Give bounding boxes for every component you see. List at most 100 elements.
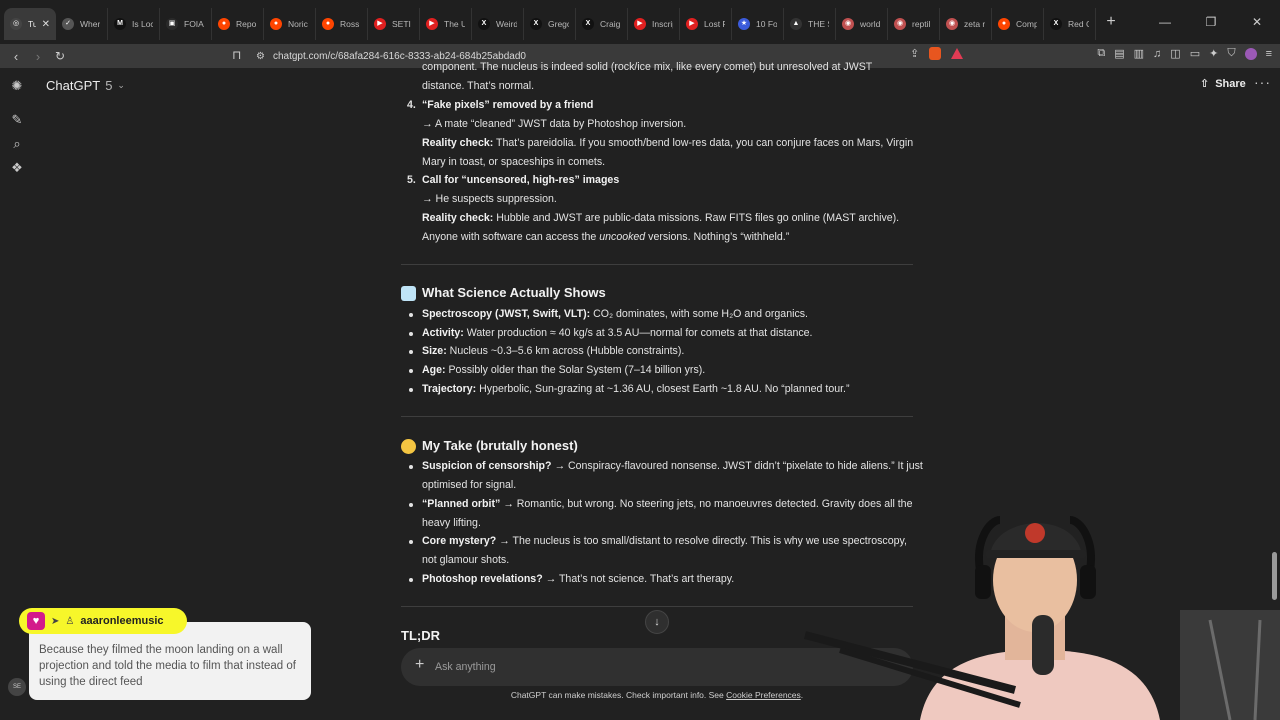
section-heading-text: What Science Actually Shows bbox=[422, 285, 606, 300]
bullet bbox=[409, 577, 413, 582]
library-icon[interactable]: ❖ bbox=[9, 160, 25, 176]
wallet-icon[interactable]: ▭ bbox=[1190, 47, 1200, 60]
browser-tab[interactable]: ● Ross bbox=[316, 8, 368, 40]
share-button[interactable]: ⇧ Share bbox=[1200, 77, 1246, 91]
browser-tab[interactable]: ◉ zeta r bbox=[940, 8, 992, 40]
sidebar-icon[interactable]: ▥ bbox=[1134, 47, 1144, 60]
tab-favicon-icon: ◉ bbox=[894, 18, 906, 30]
microphone bbox=[1032, 615, 1054, 675]
tab-title: Repo bbox=[236, 19, 257, 29]
add-attachment-icon[interactable]: + bbox=[415, 656, 424, 674]
browser-tab[interactable]: ▶ SETI bbox=[368, 8, 420, 40]
browser-tab[interactable]: ◉ reptil bbox=[888, 8, 940, 40]
more-options-icon[interactable]: ··· bbox=[1254, 74, 1271, 90]
minimize-icon[interactable]: — bbox=[1142, 15, 1188, 29]
screenshot-icon[interactable]: ▤ bbox=[1114, 47, 1124, 60]
tab-favicon-icon: ▶ bbox=[634, 18, 646, 30]
overlay-username: aaaronleemusic bbox=[80, 615, 164, 627]
tab-title: Grego bbox=[548, 19, 569, 29]
browser-tab[interactable]: X Weird bbox=[472, 8, 524, 40]
search-icon[interactable]: ⌕ bbox=[9, 136, 25, 152]
tab-title: reptil bbox=[912, 19, 931, 29]
profile-icon[interactable] bbox=[1244, 47, 1257, 60]
tab-title: 10 Fo bbox=[756, 19, 777, 29]
prompt-input[interactable] bbox=[435, 657, 815, 677]
cookie-preferences-link[interactable]: Cookie Preferences bbox=[726, 690, 801, 700]
tab-favicon-icon: ◉ bbox=[946, 18, 958, 30]
reality-check-text: That’s pareidolia. If you smooth/bend lo… bbox=[493, 137, 914, 149]
reload-icon[interactable]: ↻ bbox=[50, 49, 70, 63]
tab-title: FOIA bbox=[184, 19, 204, 29]
tab-favicon-icon: X bbox=[582, 18, 594, 30]
tab-favicon-icon: ◎ bbox=[10, 18, 22, 30]
tab-favicon-icon: ● bbox=[270, 18, 282, 30]
tab-favicon-icon: ● bbox=[218, 18, 230, 30]
browser-tab[interactable]: ✓ Wher bbox=[56, 8, 108, 40]
bullet-text: → That’s not science. That’s art therapy… bbox=[542, 573, 735, 585]
tab-title: Tu bbox=[28, 19, 36, 29]
restore-icon[interactable]: ❐ bbox=[1188, 15, 1234, 29]
tab-title: Ross bbox=[340, 19, 360, 29]
forward-icon[interactable]: › bbox=[28, 49, 48, 64]
tab-favicon-icon: ★ bbox=[738, 18, 750, 30]
browser-tab[interactable]: ◉ world bbox=[836, 8, 888, 40]
browser-tab[interactable]: ▶ Lost F bbox=[680, 8, 732, 40]
brave-rewards-icon[interactable] bbox=[951, 48, 964, 59]
bullet bbox=[409, 331, 413, 336]
browser-tab[interactable]: X Red C bbox=[1044, 8, 1096, 40]
new-chat-icon[interactable]: ✎ bbox=[9, 112, 25, 128]
browser-tab[interactable]: ▶ Inscrip bbox=[628, 8, 680, 40]
tab-favicon-icon: ● bbox=[998, 18, 1010, 30]
tab-title: Inscrip bbox=[652, 19, 673, 29]
browser-tab[interactable]: ★ 10 Fo bbox=[732, 8, 784, 40]
menu-icon[interactable]: ≡ bbox=[1266, 48, 1272, 60]
list-item: Suspicion of censorship? → Conspiracy-fl… bbox=[422, 457, 923, 476]
browser-tab[interactable]: ▶ The U bbox=[420, 8, 472, 40]
openai-logo-icon[interactable]: ✺ bbox=[9, 78, 25, 94]
brave-shields-icon[interactable] bbox=[929, 47, 942, 60]
new-tab-button[interactable]: + bbox=[1098, 9, 1124, 35]
back-icon[interactable]: ‹ bbox=[6, 49, 26, 64]
leo-icon[interactable]: ✦ bbox=[1209, 47, 1218, 60]
bullet-label: Age: bbox=[422, 364, 446, 376]
browser-tab[interactable]: ● Repo bbox=[212, 8, 264, 40]
model-selector[interactable]: ChatGPT 5 ⌄ bbox=[46, 78, 125, 93]
browser-tab[interactable]: ● Noric bbox=[264, 8, 316, 40]
site-info-icon[interactable]: ⚙ bbox=[256, 51, 265, 62]
bullet-label: Suspicion of censorship? bbox=[422, 460, 552, 472]
bullet-text: Water production ≈ 40 kg/s at 3.5 AU—nor… bbox=[463, 327, 813, 339]
text-line: heavy lifting. bbox=[422, 517, 481, 529]
share-page-icon[interactable]: ⇪ bbox=[910, 47, 919, 60]
browser-tab[interactable]: X Grego bbox=[524, 8, 576, 40]
close-window-icon[interactable]: ✕ bbox=[1234, 15, 1280, 29]
list-item: Size: Nucleus ~0.3–5.6 km across (Hubble… bbox=[422, 342, 684, 361]
screen: ◎ Tu ✕ ✓ Wher M Is Loc ▣ FOIA ● Repo ● Noric ● Ross ▶ SE… bbox=[0, 0, 1280, 720]
tab-title: Lost F bbox=[704, 19, 725, 29]
text-line: optimised for signal. bbox=[422, 479, 517, 491]
vpn-icon[interactable]: ⛉ bbox=[1227, 47, 1235, 60]
disclaimer-text: ChatGPT can make mistakes. Check importa… bbox=[510, 690, 727, 700]
bookmark-icon[interactable]: ⊓ bbox=[232, 48, 241, 62]
background-shelf bbox=[1180, 610, 1280, 720]
bullet-label: “Planned orbit” bbox=[422, 498, 501, 510]
browser-tab[interactable]: ◎ Tu ✕ bbox=[4, 8, 56, 40]
tab-close-icon[interactable]: ✕ bbox=[42, 19, 50, 30]
tab-title: The U bbox=[444, 19, 465, 29]
reality-check: Reality check: Hubble and JWST are publi… bbox=[422, 209, 899, 228]
browser-tab[interactable]: ● Comp bbox=[992, 8, 1044, 40]
browser-tab[interactable]: ▲ THE S bbox=[784, 8, 836, 40]
extensions-icon[interactable]: ⧉ bbox=[1097, 47, 1105, 60]
bullet-text: Hyperbolic, Sun-grazing at ~1.36 AU, clo… bbox=[476, 383, 850, 395]
chevron-down-icon: ⌄ bbox=[117, 80, 125, 90]
browser-tab[interactable]: X Craig bbox=[576, 8, 628, 40]
browser-tab[interactable]: M Is Loc bbox=[108, 8, 160, 40]
grimacing-face-icon bbox=[401, 438, 416, 454]
browser-tab[interactable]: ▣ FOIA bbox=[160, 8, 212, 40]
text-line: Mary in toast, or spaceships in comets. bbox=[422, 156, 606, 168]
item-claim: → He suspects suppression. bbox=[422, 193, 557, 205]
model-name: ChatGPT bbox=[46, 78, 101, 93]
music-icon[interactable]: ♫ bbox=[1153, 48, 1161, 60]
scroll-to-bottom-button[interactable]: ↓ bbox=[645, 610, 669, 634]
panel-icon[interactable]: ◫ bbox=[1170, 47, 1180, 60]
tab-favicon-icon: X bbox=[530, 18, 542, 30]
